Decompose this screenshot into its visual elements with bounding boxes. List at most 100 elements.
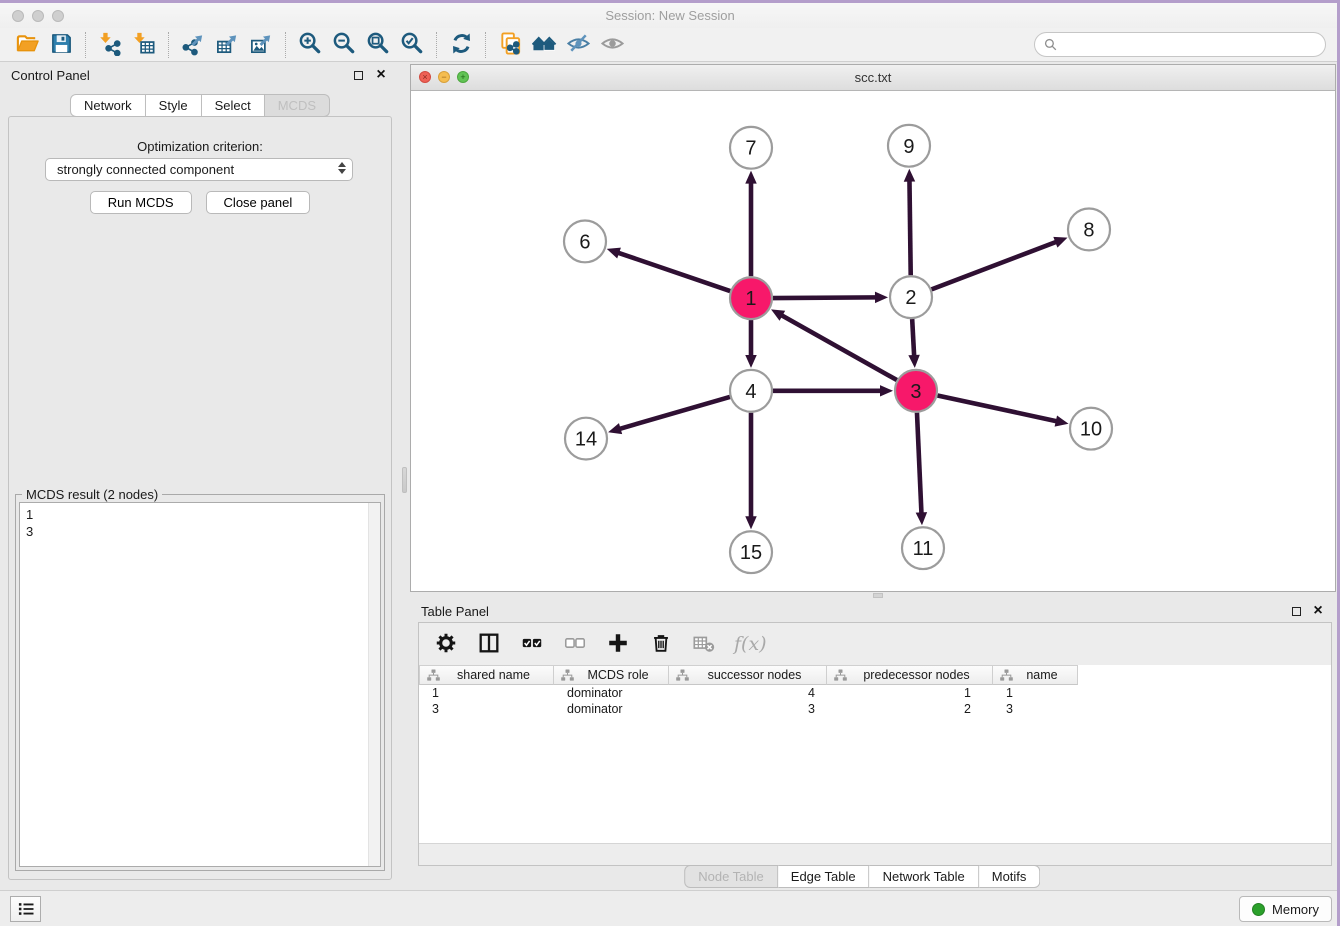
table-cell[interactable]: dominator — [554, 702, 669, 716]
graph-edge-2-8[interactable] — [932, 242, 1058, 290]
graph-node-label: 7 — [745, 138, 756, 160]
table-cell[interactable]: 1 — [827, 686, 993, 700]
tab-network-table[interactable]: Network Table — [870, 865, 979, 888]
zoom-selected-button[interactable] — [395, 30, 429, 60]
table-cell[interactable]: 3 — [419, 702, 554, 716]
tab-mcds[interactable]: MCDS — [265, 94, 330, 117]
graph-edge-3-10[interactable] — [937, 395, 1057, 421]
vertical-splitter[interactable] — [400, 62, 410, 890]
app-minimize-button[interactable] — [32, 10, 44, 22]
application-window: Session: New Session Control Panel × N — [0, 0, 1340, 926]
memory-button[interactable]: Memory — [1239, 896, 1332, 922]
table-cell[interactable]: 4 — [669, 686, 827, 700]
graph-edge-3-1[interactable] — [781, 315, 897, 380]
network-canvas[interactable]: 7968124314101511 — [411, 92, 1335, 591]
graph-edge-1-6[interactable] — [617, 252, 730, 291]
app-title: Session: New Session — [0, 8, 1340, 23]
table-settings-button[interactable] — [433, 631, 459, 657]
import-table-button[interactable] — [127, 30, 161, 60]
delete-table-icon — [692, 631, 716, 658]
tab-edge-table[interactable]: Edge Table — [778, 865, 870, 888]
sitemap-icon — [427, 669, 440, 682]
graph-edge-arrow — [1055, 415, 1069, 426]
graph-node-label: 15 — [740, 542, 762, 564]
clone-network-button[interactable] — [493, 30, 527, 60]
export-network-button[interactable] — [176, 30, 210, 60]
add-column-button[interactable] — [605, 631, 631, 657]
control-panel-float-button[interactable] — [351, 68, 365, 82]
table-row[interactable]: 1dominator411 — [419, 685, 1331, 701]
table-panel-close-button[interactable]: × — [1311, 604, 1325, 618]
save-session-button[interactable] — [44, 30, 78, 60]
mcds-result-text[interactable]: 13 — [19, 502, 381, 867]
table-cell[interactable]: 3 — [993, 702, 1078, 716]
table-cell[interactable]: 1 — [993, 686, 1078, 700]
optimization-criterion-dropdown[interactable]: strongly connected component — [45, 158, 353, 181]
zoom-in-icon — [298, 31, 323, 59]
close-icon: × — [1313, 603, 1322, 619]
splitter-grip[interactable] — [402, 467, 407, 493]
search-box[interactable] — [1034, 32, 1326, 57]
table-cell[interactable]: 1 — [419, 686, 554, 700]
column-header-successor-nodes[interactable]: successor nodes — [669, 665, 827, 685]
graph-edge-2-9[interactable] — [909, 180, 910, 276]
table-cell[interactable]: dominator — [554, 686, 669, 700]
graph-edge-3-11[interactable] — [917, 413, 922, 515]
dropdown-stepper-icon — [338, 162, 346, 174]
close-panel-button[interactable]: Close panel — [206, 191, 311, 214]
graph-edge-2-3[interactable] — [912, 319, 914, 357]
graph-edge-arrow — [608, 423, 622, 434]
run-mcds-button[interactable]: Run MCDS — [90, 191, 192, 214]
table-cell[interactable]: 3 — [669, 702, 827, 716]
app-zoom-button[interactable] — [52, 10, 64, 22]
mcds-result-legend: MCDS result (2 nodes) — [22, 487, 162, 502]
import-network-button[interactable] — [93, 30, 127, 60]
tab-motifs[interactable]: Motifs — [979, 865, 1041, 888]
graph-edge-4-14[interactable] — [619, 397, 730, 429]
apply-layout-button[interactable] — [444, 30, 478, 60]
show-graphics-details-button[interactable] — [595, 30, 629, 60]
graph-node-label: 8 — [1083, 219, 1094, 241]
network-close-button[interactable]: × — [419, 71, 431, 83]
table-row[interactable]: 3dominator323 — [419, 701, 1331, 717]
dropdown-value: strongly connected component — [57, 162, 234, 177]
select-all-columns-button[interactable] — [519, 631, 545, 657]
task-history-button[interactable] — [10, 896, 41, 922]
graph-node-label: 9 — [903, 136, 914, 158]
float-icon — [354, 71, 363, 80]
control-panel-close-button[interactable]: × — [374, 68, 388, 82]
table-scroll-area[interactable] — [419, 843, 1331, 865]
toolbar-separator — [285, 32, 286, 58]
network-home-button[interactable] — [527, 30, 561, 60]
toggle-columns-button[interactable] — [476, 631, 502, 657]
table-panel-float-button[interactable] — [1289, 604, 1303, 618]
zoom-fit-button[interactable] — [361, 30, 395, 60]
tab-style[interactable]: Style — [146, 94, 202, 117]
network-zoom-button[interactable]: + — [457, 71, 469, 83]
column-header-MCDS-role[interactable]: MCDS role — [554, 665, 669, 685]
network-graph[interactable]: 7968124314101511 — [411, 92, 1335, 591]
app-close-button[interactable] — [12, 10, 24, 22]
zoom-out-button[interactable] — [327, 30, 361, 60]
export-table-button[interactable] — [210, 30, 244, 60]
column-header-label: predecessor nodes — [847, 668, 992, 682]
zoom-in-button[interactable] — [293, 30, 327, 60]
network-minimize-button[interactable]: − — [438, 71, 450, 83]
tab-node-table[interactable]: Node Table — [684, 865, 778, 888]
hide-graphics-details-button[interactable] — [561, 30, 595, 60]
function-icon: f(x) — [734, 633, 767, 655]
delete-column-button[interactable] — [648, 631, 674, 657]
result-scrollbar[interactable] — [368, 503, 380, 866]
column-header-shared-name[interactable]: shared name — [419, 665, 554, 685]
column-header-predecessor-nodes[interactable]: predecessor nodes — [827, 665, 993, 685]
search-input[interactable] — [1058, 37, 1325, 52]
open-session-button[interactable] — [10, 30, 44, 60]
table-cell[interactable]: 2 — [827, 702, 993, 716]
tab-select[interactable]: Select — [202, 94, 265, 117]
unselect-all-columns-button[interactable] — [562, 631, 588, 657]
graph-edge-1-2[interactable] — [773, 297, 877, 298]
export-image-button[interactable] — [244, 30, 278, 60]
column-header-name[interactable]: name — [993, 665, 1078, 685]
delete-column-icon — [649, 631, 673, 658]
tab-network[interactable]: Network — [70, 94, 146, 117]
